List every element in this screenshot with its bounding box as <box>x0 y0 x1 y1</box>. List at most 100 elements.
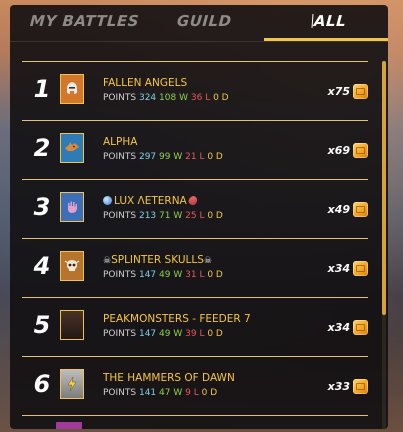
merit-icon <box>353 379 368 394</box>
helmet-icon <box>67 82 77 94</box>
merit-icon <box>353 143 368 158</box>
list-item[interactable]: 4 ☠SPLINTER SKULLS☠ POINTS 147 49 W 31 L… <box>22 239 368 298</box>
guild-stats: POINTS 324 108 W 36 L 0 D <box>103 93 229 103</box>
draws-value: 0 D <box>207 152 223 162</box>
hand-icon <box>68 201 77 213</box>
reward-count: x34 <box>327 321 350 334</box>
draws-value: 0 D <box>201 388 218 398</box>
list-item[interactable]: 2 ALPHA POINTS 297 99 W 21 L 0 D x69 <box>22 121 368 180</box>
losses-value: 25 L <box>185 211 205 221</box>
guild-name: THE HAMMERS OF DAWN <box>103 372 235 384</box>
points-value: 297 <box>138 152 157 162</box>
reward: x75 <box>328 84 368 99</box>
list-item[interactable]: 5 PEAKMONSTERS - FEEDER 7 POINTS 147 49 … <box>22 298 368 357</box>
rank-number: 1 <box>33 75 51 103</box>
guild-name: LUX ΛETERNA <box>103 194 199 207</box>
crossbones-icon: ☠ <box>203 256 212 266</box>
guild-stats: POINTS 297 99 W 21 L 0 D <box>103 152 223 162</box>
guild-name: FALLEN ANGELS <box>103 77 188 89</box>
reward-count: x69 <box>327 144 350 157</box>
losses-value: 21 L <box>185 152 205 162</box>
points-label: POINTS <box>103 270 137 280</box>
guild-banner <box>60 310 84 340</box>
draws-value: 0 D <box>213 93 229 103</box>
wins-value: 47 W <box>159 388 183 398</box>
reward: x69 <box>328 143 368 158</box>
reward-count: x33 <box>327 380 350 393</box>
wins-value: 108 W <box>159 93 188 103</box>
guild-name: ALPHA <box>103 136 138 148</box>
tab-my-battles[interactable]: MY BATTLES <box>29 12 139 30</box>
guild-banner <box>60 192 84 222</box>
losses-value: 36 L <box>190 93 211 103</box>
losses-value: 39 L <box>185 329 205 339</box>
draws-value: 0 D <box>207 211 223 221</box>
draws-value: 0 D <box>207 270 223 280</box>
guild-banner <box>60 251 84 281</box>
merit-icon <box>353 84 368 99</box>
points-label: POINTS <box>103 211 137 221</box>
guild-ranking-list: 1 FALLEN ANGELS POINTS 324 108 W 36 L 0 … <box>22 61 368 416</box>
points-value: 324 <box>138 93 157 103</box>
guild-banner <box>60 369 84 399</box>
guild-name-text: SPLINTER SKULLS <box>111 254 204 266</box>
reward: x49 <box>328 202 368 217</box>
rank-number: 4 <box>33 252 51 280</box>
rank-number: 6 <box>33 370 51 398</box>
merit-icon <box>353 202 368 217</box>
points-value: 141 <box>138 388 157 398</box>
reward-count: x75 <box>327 85 350 98</box>
tab-all[interactable]: ALL <box>311 12 347 30</box>
wolf-icon <box>65 142 79 151</box>
points-value: 147 <box>138 329 157 339</box>
wins-value: 71 W <box>159 211 183 221</box>
wins-value: 99 W <box>159 152 183 162</box>
merit-icon <box>353 320 368 335</box>
points-label: POINTS <box>103 152 137 162</box>
leaderboard-panel: MY BATTLES GUILD ALL 1 FALLEN ANGELS POI… <box>10 5 388 429</box>
losses-value: 9 L <box>185 388 199 398</box>
list-item[interactable]: 6 THE HAMMERS OF DAWN POINTS 141 47 W 9 … <box>22 357 368 416</box>
blank-banner-icon <box>66 316 78 334</box>
scrollbar-thumb[interactable] <box>382 61 386 315</box>
list-item[interactable]: 3 LUX ΛETERNA POINTS 213 71 W 25 L 0 D x… <box>22 180 368 239</box>
wins-value: 49 W <box>159 270 183 280</box>
guild-stats: POINTS 147 49 W 31 L 0 D <box>103 270 223 280</box>
reward: x34 <box>328 261 368 276</box>
tab-divider <box>10 41 388 42</box>
tab-guild[interactable]: GUILD <box>176 12 232 30</box>
guild-stats: POINTS 147 49 W 39 L 0 D <box>103 329 223 339</box>
active-tab-indicator <box>264 38 388 41</box>
wins-value: 49 W <box>159 329 183 339</box>
guild-name: ☠SPLINTER SKULLS☠ <box>103 254 212 266</box>
points-label: POINTS <box>103 93 137 103</box>
guild-name-text: LUX ΛETERNA <box>114 195 187 207</box>
rank-number: 3 <box>33 193 51 221</box>
reward: x34 <box>328 320 368 335</box>
tab-bar: MY BATTLES GUILD ALL <box>10 5 388 42</box>
reward-count: x34 <box>327 262 350 275</box>
list-item[interactable]: 1 FALLEN ANGELS POINTS 324 108 W 36 L 0 … <box>22 61 368 121</box>
points-label: POINTS <box>103 388 137 398</box>
guild-name: PEAKMONSTERS - FEEDER 7 <box>103 313 251 325</box>
reward-count: x49 <box>327 203 350 216</box>
reward: x33 <box>328 379 368 394</box>
next-guild-banner-peek <box>56 422 82 429</box>
guild-stats: POINTS 141 47 W 9 L 0 D <box>103 388 217 398</box>
lightning-icon <box>67 376 77 392</box>
points-value: 213 <box>138 211 157 221</box>
potion-icon <box>187 194 199 207</box>
draws-value: 0 D <box>207 329 223 339</box>
rank-number: 2 <box>33 134 51 162</box>
points-value: 147 <box>138 270 157 280</box>
merit-icon <box>353 261 368 276</box>
guild-banner <box>60 74 84 104</box>
guild-stats: POINTS 213 71 W 25 L 0 D <box>103 211 223 221</box>
orb-icon <box>103 196 112 205</box>
losses-value: 31 L <box>185 270 205 280</box>
rank-number: 5 <box>33 311 51 339</box>
points-label: POINTS <box>103 329 137 339</box>
crossbones-icon: ☠ <box>103 256 112 266</box>
skull-icon <box>64 260 80 271</box>
tab-all-label: ALL <box>313 12 347 30</box>
